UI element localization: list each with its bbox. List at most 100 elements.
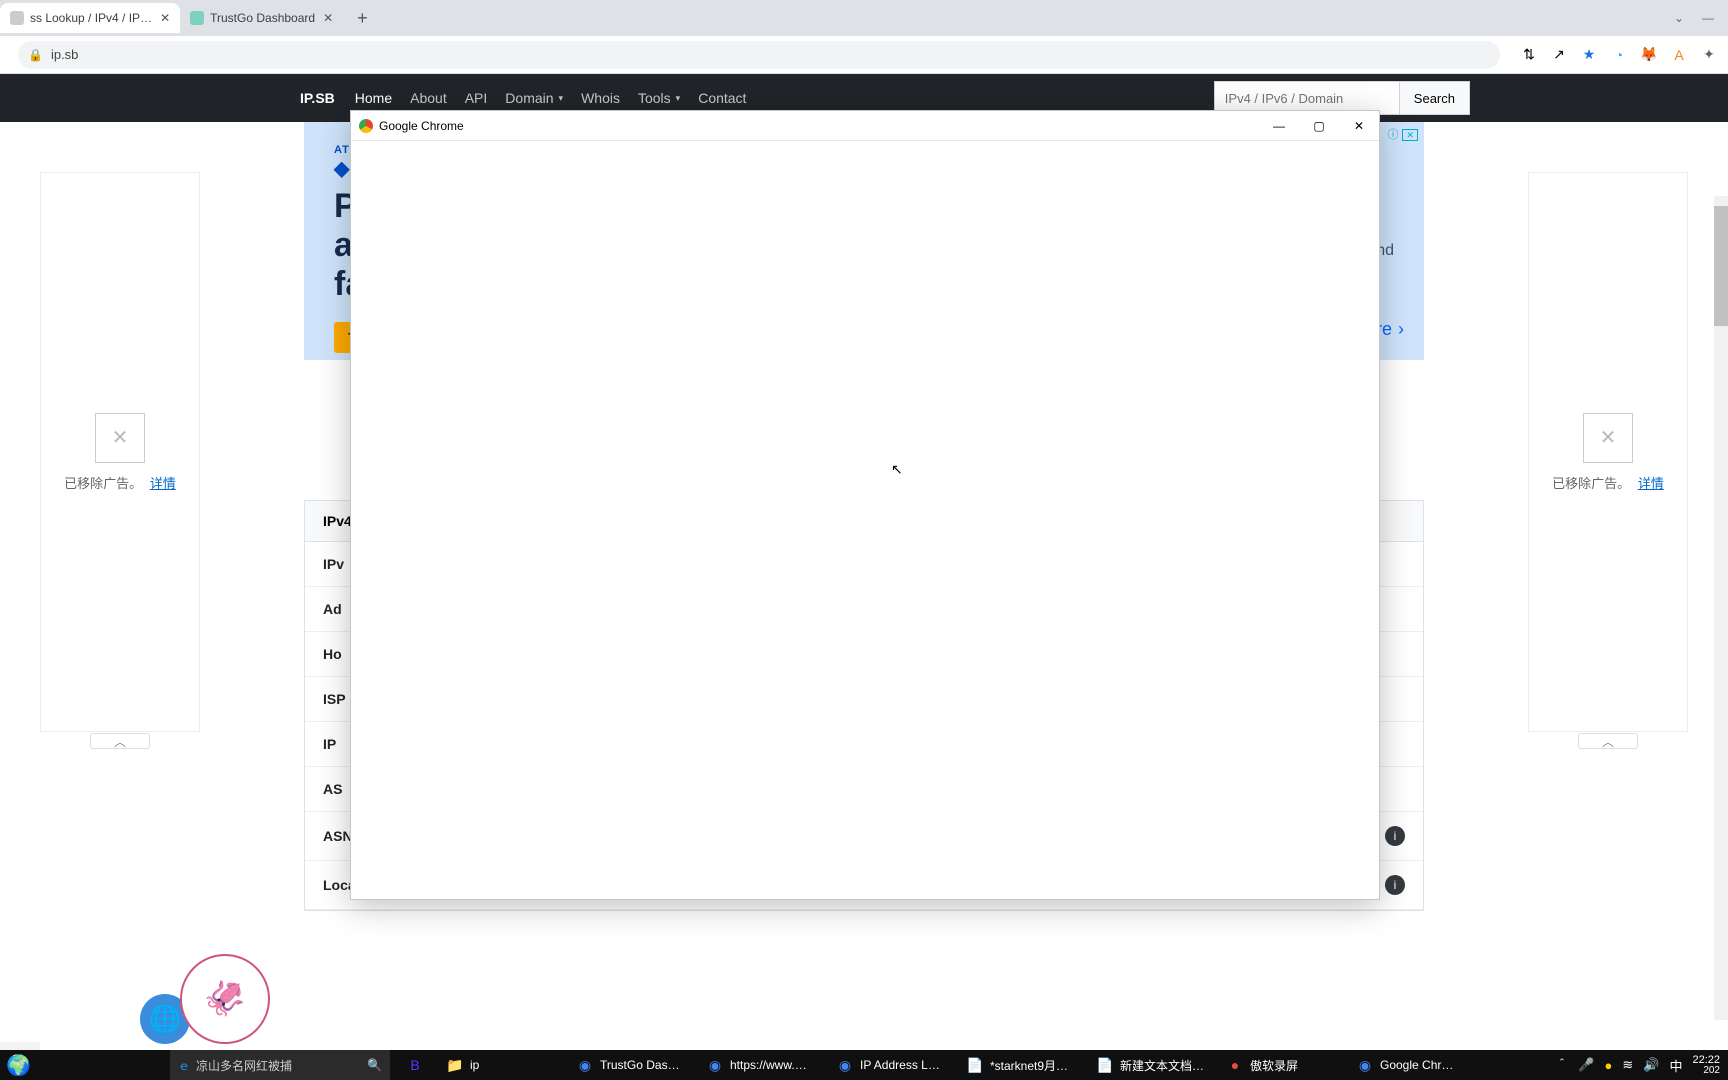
nav-contact[interactable]: Contact: [698, 90, 746, 106]
ad-details-link[interactable]: 详情: [1638, 476, 1664, 491]
app-label: Google Chr…: [1380, 1058, 1453, 1072]
tray-dot-icon[interactable]: ●: [1605, 1058, 1613, 1073]
popup-chrome-window: Google Chrome — ▢ ✕ ↖: [350, 110, 1380, 900]
popup-window-controls: — ▢ ✕: [1259, 111, 1379, 141]
float-icons: 🌐 🦑: [140, 954, 270, 1044]
tab-close-icon[interactable]: ✕: [323, 11, 333, 25]
scrollbar[interactable]: [1714, 196, 1728, 1020]
app-icon: 📄: [966, 1056, 984, 1074]
ad-info-icon[interactable]: ⓘ: [1387, 129, 1398, 141]
collapse-up-icon[interactable]: ︿: [90, 733, 150, 749]
popup-min-button[interactable]: —: [1259, 111, 1299, 141]
window-min-icon[interactable]: —: [1702, 11, 1714, 25]
app-icon: ●: [1226, 1056, 1244, 1074]
app-label: https://www.…: [730, 1058, 807, 1072]
taskbar-app[interactable]: 📄 *starknet9月…: [960, 1050, 1090, 1080]
tray-up-icon[interactable]: ＾: [1555, 1056, 1568, 1075]
scrollbar-thumb[interactable]: [1714, 206, 1728, 326]
globe-taskbar-icon[interactable]: 🌍: [6, 1053, 31, 1078]
site-brand[interactable]: IP.SB: [300, 90, 335, 106]
url-field[interactable]: 🔒 ip.sb: [18, 41, 1500, 69]
ad-close-icon[interactable]: ✕: [1402, 129, 1418, 141]
app-label: IP Address L…: [860, 1058, 940, 1072]
tab-title: TrustGo Dashboard: [210, 11, 315, 25]
chrome-icon: [359, 119, 373, 133]
float-circle-icon[interactable]: 🦑: [180, 954, 270, 1044]
app-icon: B: [406, 1056, 424, 1074]
share-icon[interactable]: ↗: [1550, 46, 1568, 64]
tray-clock[interactable]: 22:22 202: [1692, 1055, 1720, 1076]
tray-mic-icon[interactable]: 🎤: [1578, 1057, 1594, 1073]
side-ad-right: ✕ 已移除广告。 详情 ︿: [1528, 172, 1688, 732]
tab-close-icon[interactable]: ✕: [160, 11, 170, 25]
app-label: TrustGo Das…: [600, 1058, 680, 1072]
taskbar-app[interactable]: ◉ IP Address L…: [830, 1050, 960, 1080]
lock-icon: 🔒: [28, 48, 43, 62]
ad-removed-text: 已移除广告。 详情: [64, 473, 176, 492]
taskbar-app[interactable]: ◉Google Chr…: [1350, 1050, 1480, 1080]
browser-tab-active[interactable]: ss Lookup / IPv4 / IP… ✕: [0, 3, 180, 33]
taskbar-app[interactable]: 📁ip: [440, 1050, 570, 1080]
extension-icon[interactable]: A: [1670, 46, 1688, 64]
popup-close-button[interactable]: ✕: [1339, 111, 1379, 141]
taskbar: 🌍 ｅ 🔍 B 📁ip ◉ TrustGo Das… ◉ https://www.… ◉ IP…: [0, 1050, 1728, 1080]
cursor-icon: ↖: [891, 461, 903, 478]
address-bar: 🔒 ip.sb ⇅ ↗ ★ ◔ 🦊 A ✦: [0, 36, 1728, 74]
popup-titlebar[interactable]: Google Chrome — ▢ ✕: [351, 111, 1379, 141]
info-icon[interactable]: i: [1385, 875, 1405, 895]
ad-placeholder-icon: ✕: [1583, 413, 1633, 463]
taskbar-search[interactable]: ｅ 🔍: [170, 1050, 390, 1080]
app-icon: ◉: [836, 1056, 854, 1074]
browser-tab[interactable]: TrustGo Dashboard ✕: [180, 3, 343, 33]
ad-details-link[interactable]: 详情: [150, 476, 176, 491]
nav-whois[interactable]: Whois: [581, 90, 620, 106]
taskbar-search-input[interactable]: [196, 1058, 367, 1072]
nav-about[interactable]: About: [410, 90, 447, 106]
app-icon: ◉: [706, 1056, 724, 1074]
app-label: *starknet9月…: [990, 1057, 1068, 1074]
translate-icon[interactable]: ⇅: [1520, 46, 1538, 64]
taskbar-app[interactable]: 📄 新建文本文档…: [1090, 1050, 1220, 1080]
taskbar-app[interactable]: ◉ https://www.…: [700, 1050, 830, 1080]
popup-title: Google Chrome: [379, 119, 464, 133]
bookmark-star-icon[interactable]: ★: [1580, 46, 1598, 64]
taskbar-apps: B 📁ip ◉ TrustGo Das… ◉ https://www.… ◉ IP Addre…: [390, 1050, 1480, 1080]
favicon: [10, 11, 24, 25]
jira-diamond-icon: ◆: [334, 156, 350, 181]
ad-removed-label: 已移除广告。: [64, 476, 142, 491]
nav-home[interactable]: Home: [355, 90, 392, 106]
ad-more-link[interactable]: re ›: [1376, 319, 1404, 340]
tray-net-icon[interactable]: ≋: [1622, 1057, 1633, 1073]
tray-ime-icon[interactable]: 中: [1669, 1056, 1682, 1075]
tray-volume-icon[interactable]: 🔊: [1643, 1057, 1659, 1073]
app-label: 新建文本文档…: [1120, 1057, 1204, 1074]
app-icon: 📄: [1096, 1056, 1114, 1074]
url-text: ip.sb: [51, 47, 78, 62]
taskbar-app[interactable]: ●傲软录屏: [1220, 1050, 1350, 1080]
search-icon[interactable]: 🔍: [367, 1058, 382, 1072]
ad-removed-text: 已移除广告。 详情: [1552, 473, 1664, 492]
extensions-puzzle-icon[interactable]: ✦: [1700, 46, 1718, 64]
nav-tools[interactable]: Tools: [638, 90, 680, 106]
chevron-right-icon: ›: [1398, 319, 1404, 340]
tray-date: 202: [1692, 1066, 1720, 1076]
search-button[interactable]: Search: [1400, 81, 1470, 115]
nav-domain[interactable]: Domain: [505, 90, 563, 106]
ie-icon: ｅ: [178, 1057, 190, 1074]
nav-links: Home About API Domain Whois Tools Contac…: [355, 90, 747, 106]
browser-tab-strip: ss Lookup / IPv4 / IP… ✕ TrustGo Dashboa…: [0, 0, 1728, 36]
info-icon[interactable]: i: [1385, 826, 1405, 846]
collapse-up-icon[interactable]: ︿: [1578, 733, 1638, 749]
nav-api[interactable]: API: [465, 90, 488, 106]
taskbar-app[interactable]: ◉ TrustGo Das…: [570, 1050, 700, 1080]
tray-time: 22:22: [1692, 1055, 1720, 1066]
extension-icons: ⇅ ↗ ★ ◔ 🦊 A ✦: [1508, 46, 1718, 64]
ad-removed-label: 已移除广告。: [1552, 476, 1630, 491]
extension-icon[interactable]: ◔: [1610, 46, 1628, 64]
popup-max-button[interactable]: ▢: [1299, 111, 1339, 141]
app-icon: ◉: [576, 1056, 594, 1074]
metamask-icon[interactable]: 🦊: [1640, 46, 1658, 64]
taskbar-app[interactable]: B: [390, 1050, 440, 1080]
new-tab-button[interactable]: +: [351, 8, 374, 29]
window-dropdown-icon[interactable]: ⌄: [1674, 11, 1684, 25]
